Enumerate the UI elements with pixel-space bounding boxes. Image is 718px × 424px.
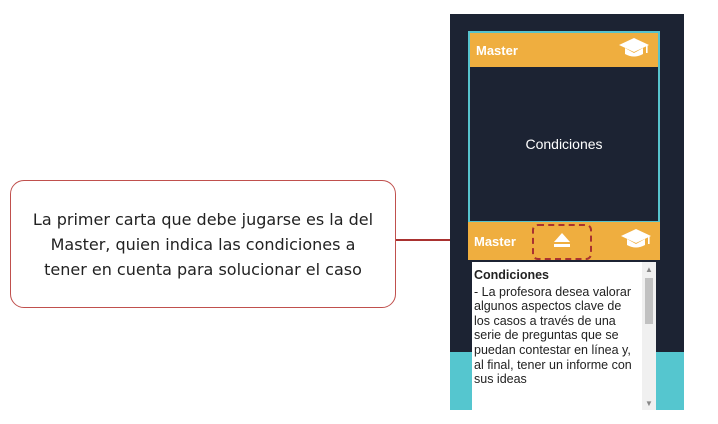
card-content-heading: Condiciones [474, 268, 550, 282]
game-panel: Master Condiciones Master Condiciones - … [450, 14, 684, 410]
eject-button[interactable] [532, 224, 592, 260]
graduation-cap-icon [620, 227, 652, 256]
callout-text: La primer carta que debe jugarse es la d… [32, 209, 374, 279]
master-card-title: Master [476, 42, 518, 58]
graduation-cap-icon [618, 36, 650, 65]
scroll-down-arrow-icon[interactable]: ▼ [642, 396, 656, 410]
master-card[interactable]: Master Condiciones [468, 31, 660, 223]
eject-icon [553, 232, 571, 253]
scroll-thumb[interactable] [645, 278, 653, 324]
master-card-header: Master [470, 33, 658, 67]
scroll-up-arrow-icon[interactable]: ▲ [642, 262, 656, 276]
callout-box: La primer carta que debe jugarse es la d… [10, 180, 396, 308]
content-scrollbar[interactable]: ▲ ▼ [642, 262, 656, 410]
card-content-area[interactable]: Condiciones - La profesora desea valorar… [472, 262, 656, 410]
master-card-detail: Master Condiciones - La profesora desea … [468, 222, 660, 410]
master-card-detail-title: Master [474, 233, 516, 249]
card-content-text: - La profesora desea valorar algunos asp… [474, 284, 632, 387]
master-card-body-text: Condiciones [525, 136, 603, 152]
